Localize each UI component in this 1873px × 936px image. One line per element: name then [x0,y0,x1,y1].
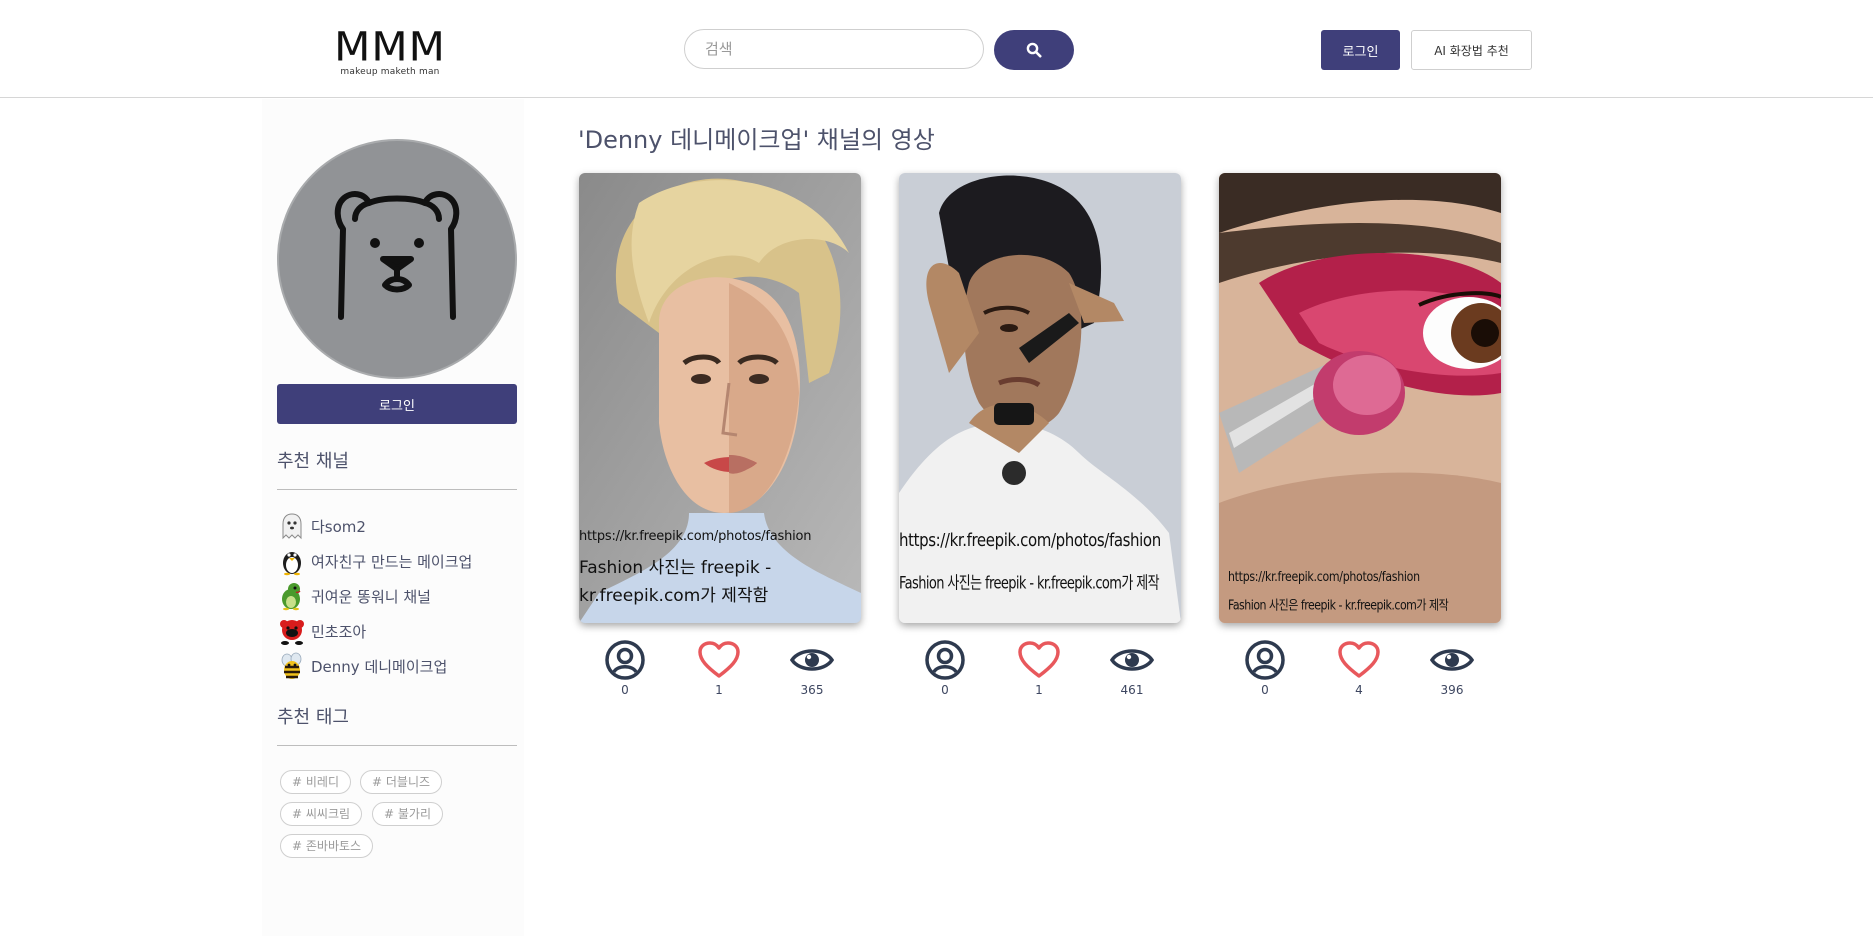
like-stat[interactable]: 1 [1009,638,1069,697]
subscriber-count: 0 [941,683,949,697]
recommended-tags-heading: 추천 태그 [277,707,349,728]
video-thumbnail [899,173,1181,623]
watermark-text: Fashion 사진는 freepik - kr.freepik.com가 제작 [899,574,1160,594]
user-circle-icon [925,640,965,680]
ai-makeup-recommend-button[interactable]: AI 화장법 추천 [1411,30,1532,70]
view-count: 396 [1440,683,1464,697]
watermark-text: Fashion 사진는 freepik - [579,558,772,578]
sidebar-login-button[interactable]: 로그인 [277,384,517,424]
heart-icon[interactable] [1017,640,1061,680]
like-count: 1 [1035,683,1043,697]
channel-name: 여자친구 만드는 메이크업 [311,552,473,571]
like-count: 1 [715,683,723,697]
header-login-button[interactable]: 로그인 [1321,30,1400,70]
like-stat[interactable]: 1 [689,638,749,697]
ghost-icon [277,511,307,541]
tag-chip[interactable]: # 씨씨크림 [280,802,363,826]
channel-item[interactable]: Denny 데니메이크업 [277,651,447,681]
search-input[interactable] [684,29,984,69]
view-stat: 461 [1102,638,1162,697]
heart-icon[interactable] [1337,640,1381,680]
channel-item[interactable]: 여자친구 만드는 메이크업 [277,546,472,576]
channel-name: 다som2 [311,517,366,536]
user-circle-icon [605,640,645,680]
tag-chip[interactable]: # 존바바토스 [280,834,374,858]
video-card[interactable]: https://kr.freepik.com/photos/fashion Fa… [899,173,1181,623]
video-card[interactable]: https://kr.freepik.com/photos/fashion Fa… [1219,173,1501,623]
view-count: 461 [1120,683,1144,697]
tag-chip[interactable]: # 더블니즈 [360,770,443,794]
recommended-channels-heading: 추천 채널 [277,451,349,472]
watermark-text: kr.freepik.com가 제작함 [579,586,769,606]
site-logo[interactable]: MMM makeup maketh man [334,26,446,77]
divider [277,745,517,746]
view-count: 365 [800,683,824,697]
bee-icon [277,651,307,681]
subscriber-count: 0 [621,683,629,697]
search-button[interactable] [994,30,1074,70]
watermark-url: https://kr.freepik.com/photos/fashion [579,529,812,544]
subscriber-stat: 0 [915,638,975,697]
channel-name: 민초조아 [311,622,367,641]
channel-name: Denny 데니메이크업 [311,657,448,676]
channel-item[interactable]: 귀여운 똥워니 채널 [277,581,431,611]
eye-icon [790,649,834,671]
like-count: 4 [1355,683,1363,697]
subscriber-stat: 0 [1235,638,1295,697]
bear-icon [334,191,460,320]
watermark-url: https://kr.freepik.com/photos/fashion [1228,569,1420,585]
subscriber-stat: 0 [595,638,655,697]
user-circle-icon [1245,640,1285,680]
view-stat: 365 [782,638,842,697]
top-navbar: MMM makeup maketh man 로그인 AI 화장법 추천 [0,0,1873,98]
view-stat: 396 [1422,638,1482,697]
heart-icon[interactable] [697,640,741,680]
eye-icon [1110,649,1154,671]
video-card[interactable]: https://kr.freepik.com/photos/fashion Fa… [579,173,861,623]
logo-text: MMM [334,23,446,70]
channel-item[interactable]: 민초조아 [277,616,366,646]
page-title: 'Denny 데니메이크업' 채널의 영상 [578,126,935,154]
tag-chip[interactable]: # 불가리 [372,802,443,826]
channel-name: 귀여운 똥워니 채널 [311,587,431,606]
subscriber-count: 0 [1261,683,1269,697]
eye-icon [1430,649,1474,671]
search-icon [1026,42,1042,58]
video-thumbnail [1219,173,1501,623]
like-stat[interactable]: 4 [1329,638,1389,697]
divider [277,489,517,490]
tag-chip[interactable]: # 비레디 [280,770,351,794]
red-creature-icon [277,616,307,646]
profile-avatar [277,139,517,379]
watermark-url: https://kr.freepik.com/photos/fashion [899,529,1161,551]
watermark-text: Fashion 사진은 freepik - kr.freepik.com가 제작 [1228,597,1449,613]
dinosaur-icon [277,581,307,611]
penguin-icon [277,546,307,576]
channel-item[interactable]: 다som2 [277,511,366,541]
